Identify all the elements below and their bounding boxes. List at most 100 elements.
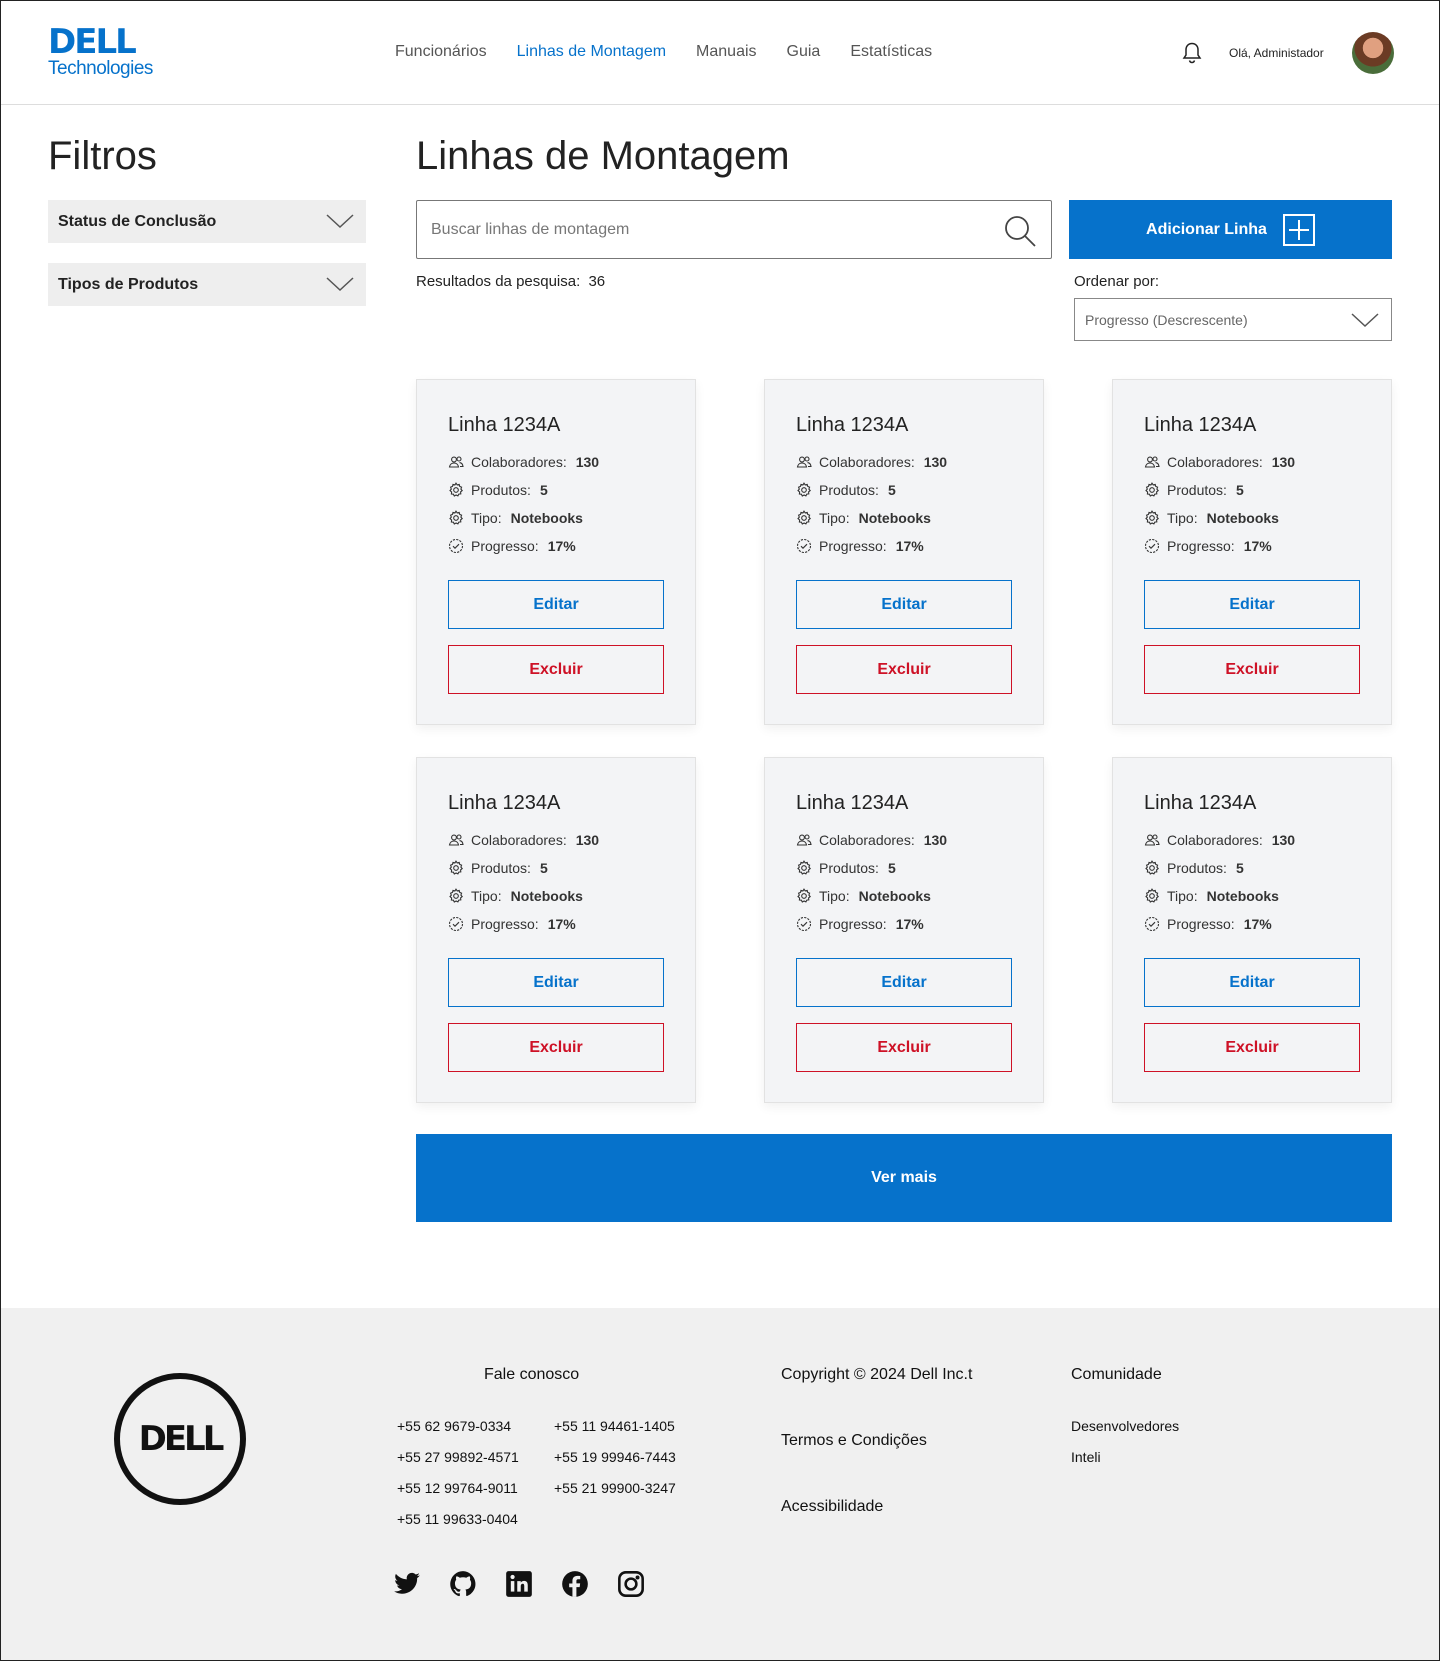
check-circle-icon: [796, 538, 812, 554]
nav-guia[interactable]: Guia: [787, 43, 821, 61]
sort-value: Progresso (Descrescente): [1085, 311, 1248, 328]
footer-dell-logo: DELL: [114, 1373, 246, 1505]
assembly-line-card: Linha 1234A Colaboradores: 130 Produtos: 5 Ti…: [1112, 757, 1392, 1103]
edit-button[interactable]: Editar: [448, 958, 664, 1007]
card-collaborators: Colaboradores: 130: [448, 454, 599, 470]
type-value: Notebooks: [510, 510, 583, 526]
type-value: Notebooks: [1206, 888, 1279, 904]
card-products: Produtos: 5: [448, 482, 548, 498]
phone-number[interactable]: +55 21 99900-3247: [554, 1480, 676, 1496]
twitter-icon[interactable]: [393, 1570, 421, 1598]
instagram-icon[interactable]: [617, 1570, 645, 1598]
filter-status-conclusao[interactable]: Status de Conclusão: [48, 200, 366, 243]
gear-icon: [449, 888, 463, 903]
linkedin-icon[interactable]: [505, 1570, 533, 1598]
community-link-inteli[interactable]: Inteli: [1071, 1449, 1101, 1465]
see-more-button[interactable]: Ver mais: [416, 1134, 1392, 1222]
top-header: DELL Technologies Funcionários Linhas de…: [1, 1, 1439, 105]
delete-button[interactable]: Excluir: [1144, 1023, 1360, 1072]
type-value: Notebooks: [510, 888, 583, 904]
sort-select[interactable]: Progresso (Descrescente): [1074, 298, 1392, 341]
type-label: Tipo:: [471, 510, 502, 526]
copyright-text: Copyright © 2024 Dell Inc.t: [781, 1366, 973, 1383]
products-label: Produtos:: [471, 860, 531, 876]
facebook-icon[interactable]: [561, 1570, 589, 1598]
nav-estatisticas[interactable]: Estatísticas: [850, 43, 932, 61]
filters-title: Filtros: [48, 134, 157, 178]
card-progress: Progresso: 17%: [1144, 916, 1272, 932]
card-products: Produtos: 5: [1144, 482, 1244, 498]
add-line-button[interactable]: Adicionar Linha: [1069, 200, 1392, 259]
plus-square-icon: [1282, 213, 1315, 246]
card-title: Linha 1234A: [796, 792, 909, 814]
nav-manuais[interactable]: Manuais: [696, 43, 756, 61]
phone-number[interactable]: +55 11 94461-1405: [554, 1418, 675, 1434]
search-box: [416, 200, 1052, 259]
terms-link[interactable]: Termos e Condições: [781, 1432, 927, 1450]
card-progress: Progresso: 17%: [448, 916, 576, 932]
community-link-desenvolvedores[interactable]: Desenvolvedores: [1071, 1418, 1179, 1434]
assembly-line-card: Linha 1234A Colaboradores: 130 Produtos: 5 Ti…: [1112, 379, 1392, 725]
dell-technologies-logo[interactable]: DELL Technologies: [48, 25, 158, 85]
page-title: Linhas de Montagem: [416, 134, 790, 178]
card-title: Linha 1234A: [448, 792, 561, 814]
card-title: Linha 1234A: [1144, 792, 1257, 814]
gear-icon: [797, 510, 811, 525]
phone-number[interactable]: +55 12 99764-9011: [397, 1480, 518, 1496]
card-type: Tipo: Notebooks: [1144, 888, 1279, 904]
edit-button[interactable]: Editar: [796, 958, 1012, 1007]
edit-button[interactable]: Editar: [796, 580, 1012, 629]
progress-value: 17%: [1243, 538, 1272, 554]
type-value: Notebooks: [858, 888, 931, 904]
card-title: Linha 1234A: [796, 414, 909, 436]
collaborators-value: 130: [923, 832, 948, 848]
check-circle-icon: [448, 538, 464, 554]
search-icon[interactable]: [1003, 214, 1037, 248]
card-products: Produtos: 5: [1144, 860, 1244, 876]
filter-tipos-produtos[interactable]: Tipos de Produtos: [48, 263, 366, 306]
user-avatar[interactable]: [1352, 32, 1394, 74]
chevron-down-icon: [326, 214, 354, 229]
collaborators-value: 130: [923, 454, 948, 470]
delete-button[interactable]: Excluir: [448, 1023, 664, 1072]
search-input[interactable]: [431, 215, 971, 245]
delete-button[interactable]: Excluir: [1144, 645, 1360, 694]
footer-logo-text: DELL: [138, 1419, 225, 1459]
gear-icon: [449, 482, 463, 497]
progress-label: Progresso:: [819, 538, 887, 554]
github-icon[interactable]: [449, 1570, 477, 1598]
nav-funcionarios[interactable]: Funcionários: [395, 43, 487, 61]
gear-icon: [797, 482, 811, 497]
card-type: Tipo: Notebooks: [448, 888, 583, 904]
phone-number[interactable]: +55 27 99892-4571: [397, 1449, 519, 1465]
card-products: Produtos: 5: [796, 860, 896, 876]
card-type: Tipo: Notebooks: [448, 510, 583, 526]
edit-button[interactable]: Editar: [1144, 958, 1360, 1007]
notification-bell-icon[interactable]: [1181, 41, 1203, 65]
logo-main-text: DELL: [48, 22, 137, 62]
assembly-line-card: Linha 1234A Colaboradores: 130 Produtos: 5 Ti…: [416, 379, 696, 725]
phone-number[interactable]: +55 62 9679-0334: [397, 1418, 511, 1434]
collaborators-label: Colaboradores:: [1167, 832, 1263, 848]
edit-button[interactable]: Editar: [1144, 580, 1360, 629]
delete-button[interactable]: Excluir: [796, 1023, 1012, 1072]
type-label: Tipo:: [471, 888, 502, 904]
delete-button[interactable]: Excluir: [448, 645, 664, 694]
gear-icon: [1145, 860, 1159, 875]
card-collaborators: Colaboradores: 130: [796, 832, 947, 848]
delete-button[interactable]: Excluir: [796, 645, 1012, 694]
type-label: Tipo:: [819, 888, 850, 904]
edit-button[interactable]: Editar: [448, 580, 664, 629]
users-icon: [1144, 456, 1160, 468]
footer: DELL Fale conosco +55 62 9679-0334 +55 2…: [1, 1308, 1439, 1660]
phone-number[interactable]: +55 11 99633-0404: [397, 1511, 518, 1527]
phone-number[interactable]: +55 19 99946-7443: [554, 1449, 676, 1465]
nav-linhas-de-montagem[interactable]: Linhas de Montagem: [517, 43, 666, 61]
collaborators-value: 130: [575, 832, 600, 848]
assembly-line-card: Linha 1234A Colaboradores: 130 Produtos: 5 Ti…: [764, 379, 1044, 725]
products-label: Produtos:: [819, 482, 879, 498]
accessibility-link[interactable]: Acessibilidade: [781, 1498, 883, 1516]
add-line-label: Adicionar Linha: [1146, 220, 1267, 238]
check-circle-icon: [448, 916, 464, 932]
check-circle-icon: [796, 916, 812, 932]
